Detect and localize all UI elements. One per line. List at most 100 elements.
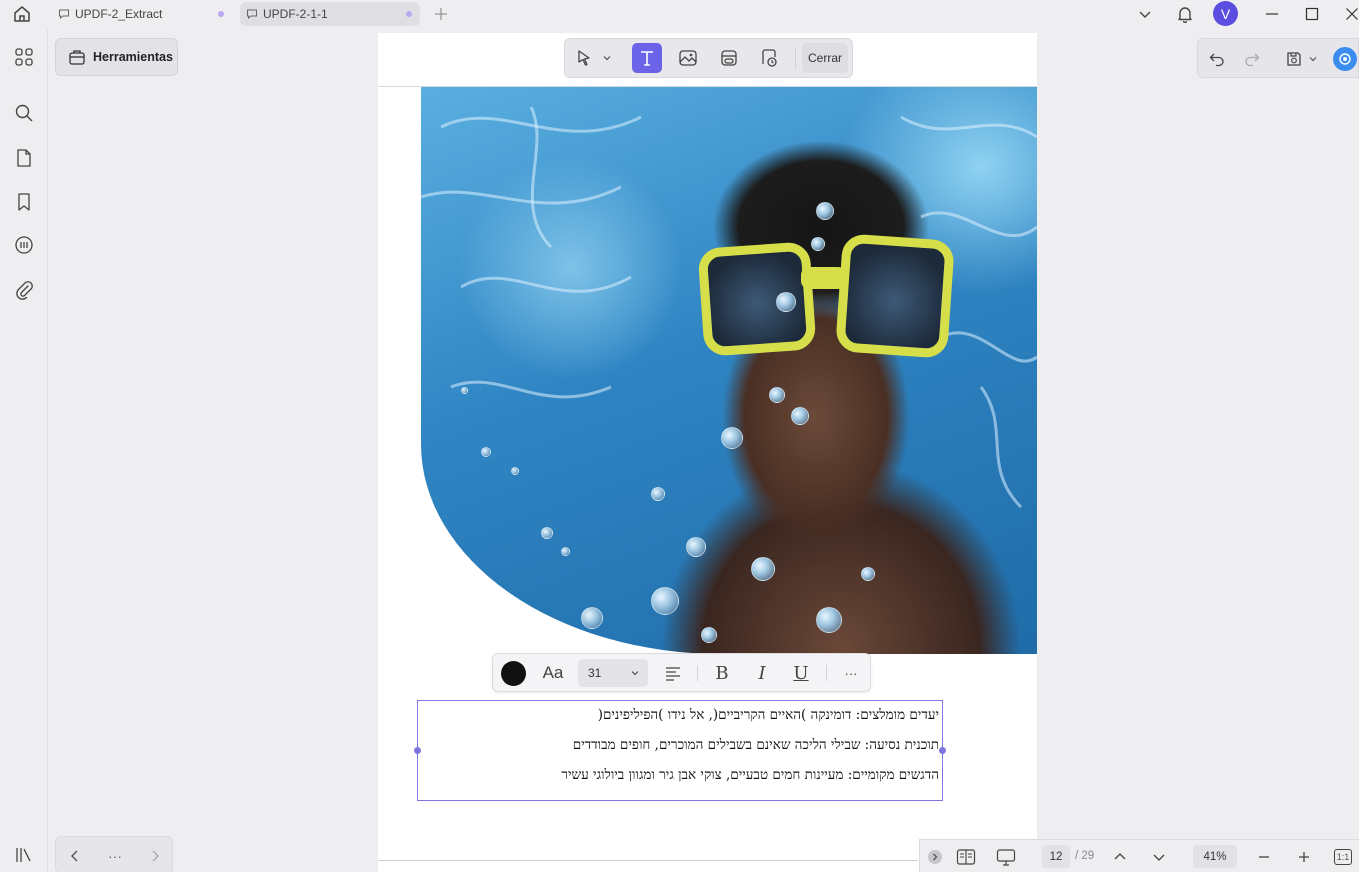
more-pages-button[interactable]: ··· bbox=[105, 846, 125, 866]
italic-button[interactable]: I bbox=[749, 660, 775, 686]
pages-icon[interactable] bbox=[12, 146, 36, 170]
unsaved-dot bbox=[406, 11, 412, 17]
panel-toggle-icon[interactable] bbox=[12, 843, 36, 867]
avatar[interactable]: V bbox=[1213, 1, 1238, 26]
status-bar: 12 / 29 41% 1:1 bbox=[919, 839, 1359, 872]
font-size-select[interactable]: 31 bbox=[578, 659, 648, 687]
actual-size-button[interactable]: 1:1 bbox=[1334, 849, 1352, 865]
bubble bbox=[721, 427, 743, 449]
bubble bbox=[811, 237, 825, 251]
bubble bbox=[651, 587, 679, 615]
bubble bbox=[561, 547, 570, 556]
bubble bbox=[686, 537, 706, 557]
bubble bbox=[751, 557, 775, 581]
bubble bbox=[651, 487, 665, 501]
maximize-icon[interactable] bbox=[1301, 3, 1323, 25]
apps-icon[interactable] bbox=[12, 45, 36, 69]
left-rail bbox=[0, 28, 48, 872]
goggle-left-lens bbox=[697, 241, 817, 357]
edit-toolbar: Cerrar bbox=[564, 38, 853, 78]
tools-panel: Herramientas ··· bbox=[49, 28, 378, 872]
new-tab-icon[interactable] bbox=[432, 5, 450, 23]
title-bar: UPDF-2_Extract UPDF-2-1-1 V bbox=[0, 0, 1359, 28]
tab-updf-2-extract[interactable]: UPDF-2_Extract bbox=[52, 2, 232, 26]
bold-button[interactable]: B bbox=[709, 660, 735, 686]
bookmark-icon[interactable] bbox=[12, 190, 36, 214]
edit-text-icon[interactable] bbox=[632, 43, 662, 73]
resize-handle-right[interactable] bbox=[939, 747, 946, 754]
bubble bbox=[461, 387, 468, 394]
zoom-in-icon[interactable] bbox=[1293, 846, 1315, 868]
editable-text-box[interactable]: יעדים מומלצים: דומינקה )האיים הקריביים(,… bbox=[414, 700, 946, 801]
text-line[interactable]: תוכנית נסיעה: שבילי הליכה שאינם בשבילים … bbox=[573, 737, 939, 753]
tab-updf-2-1-1[interactable]: UPDF-2-1-1 bbox=[240, 2, 420, 26]
right-toolbar bbox=[1197, 38, 1359, 78]
page-down-icon[interactable] bbox=[1148, 846, 1170, 868]
bubble bbox=[791, 407, 809, 425]
close-edit-button[interactable]: Cerrar bbox=[802, 43, 848, 73]
chevron-down-icon bbox=[631, 671, 639, 676]
comment-icon bbox=[59, 9, 69, 20]
edit-link-icon[interactable] bbox=[714, 43, 744, 73]
tab-label: UPDF-2_Extract bbox=[75, 7, 163, 21]
search-icon[interactable] bbox=[12, 101, 36, 125]
edit-image-icon[interactable] bbox=[673, 43, 703, 73]
tools-button[interactable]: Herramientas bbox=[55, 38, 178, 76]
previous-page-icon[interactable] bbox=[65, 846, 85, 866]
bell-icon[interactable] bbox=[1174, 3, 1196, 25]
bubble bbox=[581, 607, 603, 629]
tab-label: UPDF-2-1-1 bbox=[263, 7, 328, 21]
separator bbox=[697, 665, 698, 681]
save-icon[interactable] bbox=[1283, 48, 1305, 70]
resize-handle-left[interactable] bbox=[414, 747, 421, 754]
tools-label: Herramientas bbox=[93, 50, 173, 64]
edit-stamp-icon[interactable] bbox=[754, 43, 784, 73]
bubble bbox=[769, 387, 785, 403]
collapse-arrow-icon[interactable] bbox=[924, 846, 946, 868]
goggle-right-lens bbox=[835, 233, 955, 359]
font-size-value: 31 bbox=[588, 666, 602, 680]
next-page-icon[interactable] bbox=[145, 846, 165, 866]
text-line[interactable]: הדגשים מקומיים: מעיינות חמים טבעיים, צוק… bbox=[561, 767, 939, 783]
bubble bbox=[861, 567, 875, 581]
comment-icon bbox=[247, 9, 257, 20]
separator bbox=[795, 49, 796, 69]
comments-icon[interactable] bbox=[12, 233, 36, 257]
select-pointer-icon[interactable] bbox=[569, 43, 599, 73]
page-layout-icon[interactable] bbox=[955, 846, 977, 868]
bubble bbox=[701, 627, 717, 643]
bubble bbox=[541, 527, 553, 539]
font-family-button[interactable]: Aa bbox=[538, 660, 568, 686]
page-navigator: ··· bbox=[55, 836, 173, 872]
more-options-button[interactable]: ··· bbox=[838, 660, 864, 686]
bubble bbox=[511, 467, 519, 475]
page-up-icon[interactable] bbox=[1109, 846, 1131, 868]
ai-assistant-icon[interactable] bbox=[1333, 47, 1357, 71]
save-options-chevron-icon[interactable] bbox=[1306, 48, 1320, 70]
close-window-icon[interactable] bbox=[1341, 3, 1359, 25]
text-color-picker[interactable] bbox=[501, 661, 526, 686]
home-icon[interactable] bbox=[12, 4, 36, 24]
bubble bbox=[481, 447, 491, 457]
presentation-icon[interactable] bbox=[995, 846, 1017, 868]
align-left-icon[interactable] bbox=[661, 660, 685, 686]
zoom-out-icon[interactable] bbox=[1253, 846, 1275, 868]
page-divider bbox=[378, 860, 918, 861]
underwater-diver-image[interactable] bbox=[421, 87, 1037, 654]
bubble bbox=[776, 292, 796, 312]
goggle-bridge bbox=[801, 267, 846, 289]
separator bbox=[826, 665, 827, 681]
zoom-level-select[interactable]: 41% bbox=[1193, 845, 1237, 868]
text-format-toolbar: Aa 31 B I U ··· bbox=[492, 653, 871, 692]
undo-icon[interactable] bbox=[1206, 48, 1228, 70]
minimize-icon[interactable] bbox=[1261, 3, 1283, 25]
dropdown-chevron-icon[interactable] bbox=[596, 43, 618, 73]
current-page-input[interactable]: 12 bbox=[1042, 845, 1070, 868]
bubble bbox=[816, 607, 842, 633]
attachment-icon[interactable] bbox=[12, 278, 36, 302]
chevron-down-icon[interactable] bbox=[1134, 3, 1156, 25]
toolbox-icon bbox=[69, 50, 85, 65]
underline-button[interactable]: U bbox=[788, 660, 814, 686]
redo-icon[interactable] bbox=[1241, 48, 1263, 70]
text-line[interactable]: יעדים מומלצים: דומינקה )האיים הקריביים(,… bbox=[598, 707, 939, 723]
